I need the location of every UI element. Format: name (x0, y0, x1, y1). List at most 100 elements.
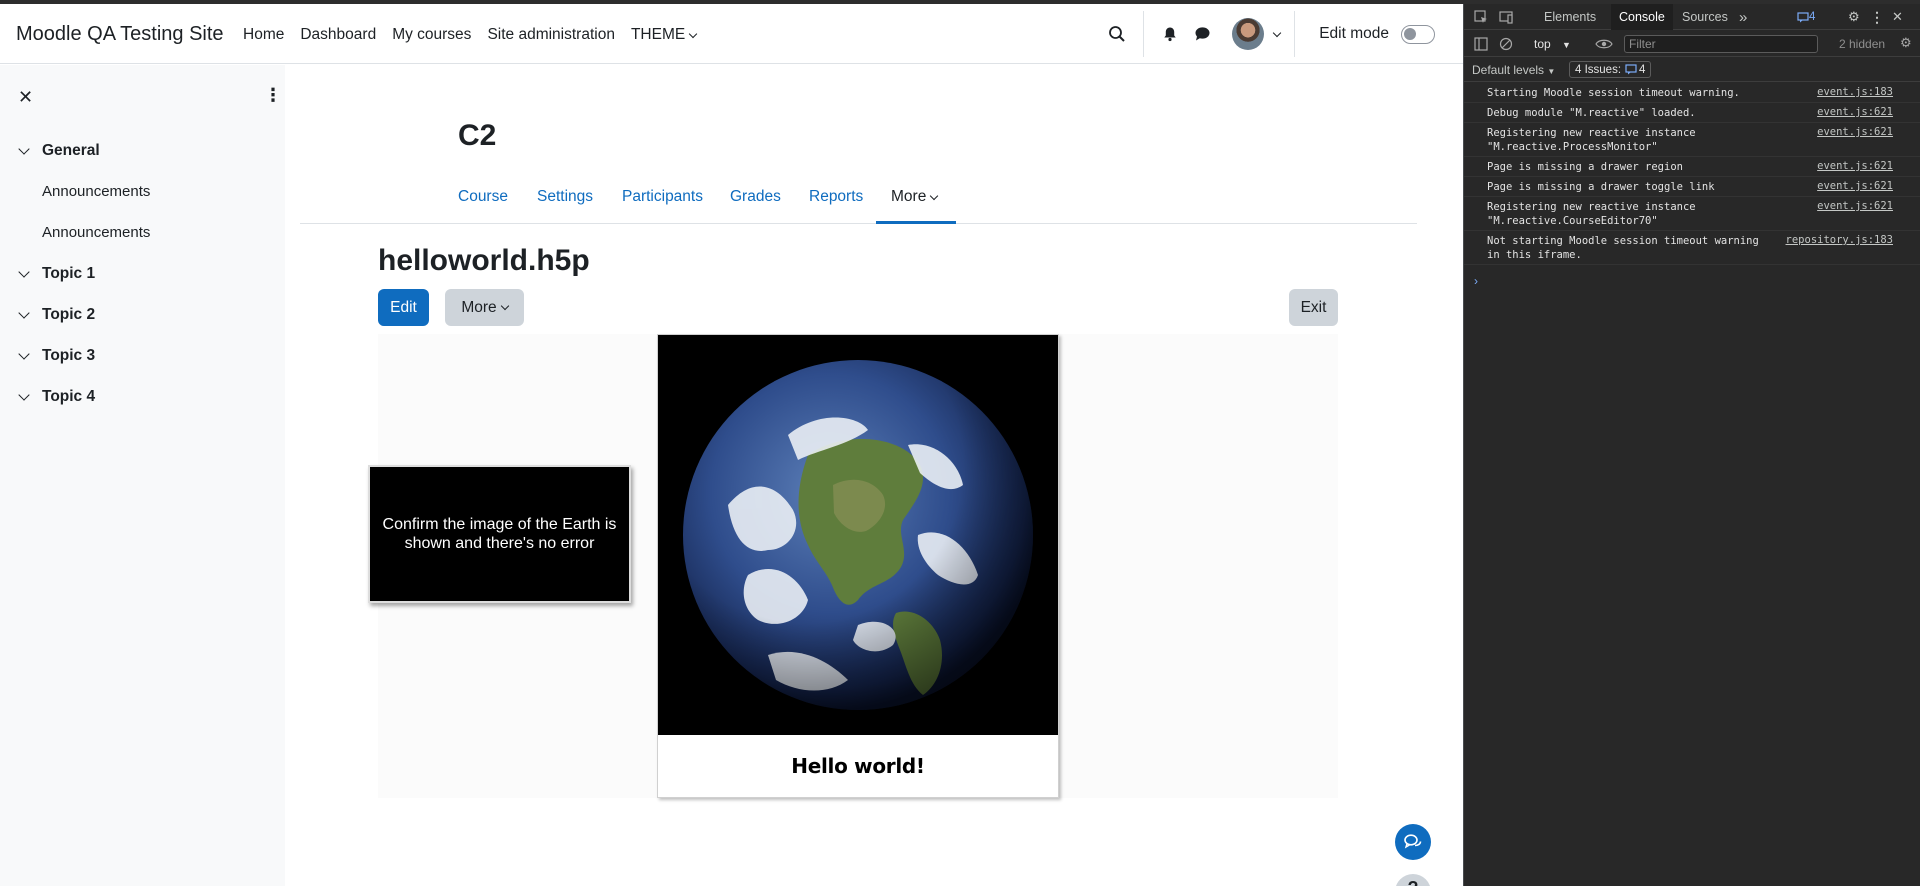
context-selector[interactable]: top ▼ (1534, 37, 1571, 51)
issues-badge-label: 4 Issues: (1575, 63, 1622, 76)
activity-announcements[interactable]: Announcements (42, 183, 150, 200)
more-button[interactable]: More (445, 289, 524, 326)
console-levels-bar: Default levels ▼ 4 Issues: 4 (1464, 58, 1920, 82)
active-tab-indicator (876, 221, 956, 224)
close-devtools-icon[interactable]: ✕ (1892, 4, 1903, 30)
tab-participants[interactable]: Participants (622, 188, 703, 206)
more-button-label: More (461, 298, 497, 316)
issues-badge[interactable]: 4 Issues: 4 (1569, 61, 1652, 78)
chevron-down-icon (688, 29, 698, 38)
log-levels-dropdown[interactable]: Default levels ▼ (1472, 63, 1555, 77)
message-icon (1625, 64, 1637, 75)
edit-button[interactable]: Edit (378, 289, 429, 326)
card-caption: Hello world! (791, 754, 925, 778)
chevron-down-icon (18, 142, 30, 155)
nav-theme[interactable]: THEME (630, 26, 698, 44)
more-tabs-icon[interactable]: » (1739, 4, 1747, 30)
section-topic-3[interactable]: Topic 3 (18, 347, 96, 365)
section-topic-2[interactable]: Topic 2 (18, 306, 96, 324)
course-title: C2 (458, 119, 497, 152)
tab-console[interactable]: Console (1611, 4, 1673, 30)
settings-gear-icon[interactable]: ⚙ (1848, 4, 1860, 30)
dropdown-triangle-icon: ▼ (1547, 67, 1556, 76)
navbar: Moodle QA Testing Site Home Dashboard My… (0, 4, 1463, 64)
nav-site-administration[interactable]: Site administration (487, 26, 615, 44)
console-toolbar: top ▼ Filter 2 hidden ⚙ (1464, 31, 1920, 57)
issues-badge-count: 4 (1639, 63, 1646, 76)
nav-home[interactable]: Home (243, 26, 284, 44)
section-title: Topic 2 (42, 306, 96, 323)
clear-console-icon[interactable] (1499, 37, 1513, 51)
primary-nav: Home Dashboard My courses Site administr… (243, 26, 712, 44)
course-index-drawer: ✕ ⋮ General Announcements Announcements … (0, 65, 285, 886)
nav-theme-label: THEME (630, 26, 686, 43)
section-title: Topic 3 (42, 347, 96, 364)
notifications-bell-icon[interactable] (1154, 18, 1186, 50)
nav-dashboard[interactable]: Dashboard (300, 26, 376, 44)
navbar-right: Edit mode (1101, 4, 1463, 64)
inspect-element-icon[interactable] (1474, 10, 1488, 24)
sidebar-toggle-icon[interactable] (1474, 37, 1488, 51)
log-source-link[interactable]: event.js:621 (1817, 200, 1893, 212)
issues-counter[interactable]: 4 (1797, 4, 1815, 30)
log-message: Registering new reactive instance "M.rea… (1487, 201, 1696, 227)
search-icon[interactable] (1101, 18, 1133, 50)
console-log-row: Page is missing a drawer toggle link even… (1464, 177, 1920, 197)
console-filter-input[interactable]: Filter (1624, 35, 1818, 53)
tab-more[interactable]: More (891, 188, 939, 206)
tab-course[interactable]: Course (458, 188, 508, 206)
user-avatar[interactable] (1232, 18, 1265, 50)
toggle-knob (1404, 27, 1416, 40)
chevron-down-icon (18, 265, 30, 278)
issues-counter-value: 4 (1809, 11, 1816, 23)
live-expression-eye-icon[interactable] (1595, 37, 1613, 51)
section-topic-1[interactable]: Topic 1 (18, 265, 95, 283)
messages-chat-icon[interactable] (1186, 18, 1218, 50)
log-source-link[interactable]: repository.js:183 (1786, 234, 1893, 246)
tab-reports[interactable]: Reports (809, 188, 863, 206)
message-icon (1797, 11, 1809, 22)
hidden-count: 2 hidden (1839, 37, 1886, 51)
h5p-card: Hello world! (657, 334, 1059, 798)
log-source-link[interactable]: event.js:621 (1817, 180, 1893, 192)
chevron-down-icon (930, 191, 939, 200)
log-source-link[interactable]: event.js:621 (1817, 160, 1893, 172)
log-source-link[interactable]: event.js:183 (1817, 86, 1893, 98)
edit-mode-toggle[interactable] (1401, 24, 1435, 44)
console-log-row: Not starting Moodle session timeout warn… (1464, 231, 1920, 265)
log-source-link[interactable]: event.js:621 (1817, 126, 1893, 138)
console-prompt-icon[interactable]: › (1474, 274, 1478, 288)
tab-settings[interactable]: Settings (537, 188, 593, 206)
nav-my-courses[interactable]: My courses (392, 26, 471, 44)
section-general[interactable]: General (18, 142, 100, 160)
chevron-down-icon (18, 306, 30, 319)
tab-more-label: More (891, 188, 927, 205)
console-log-row: Starting Moodle session timeout warning.… (1464, 83, 1920, 103)
console-log-row: Debug module "M.reactive" loaded. event.j… (1464, 103, 1920, 123)
tab-grades[interactable]: Grades (730, 188, 781, 206)
kebab-menu-icon[interactable]: ⋮ (1870, 4, 1884, 30)
tab-elements[interactable]: Elements (1544, 4, 1596, 30)
console-settings-gear-icon[interactable]: ⚙ (1900, 35, 1912, 51)
exit-button[interactable]: Exit (1289, 289, 1338, 326)
moodle-page: Moodle QA Testing Site Home Dashboard My… (0, 4, 1463, 886)
navbar-divider (1294, 11, 1296, 57)
instruction-note: Confirm the image of the Earth is shown … (368, 465, 631, 603)
close-icon[interactable]: ✕ (18, 87, 33, 108)
console-log-row: Page is missing a drawer region event.js:… (1464, 157, 1920, 177)
log-levels-label: Default levels (1472, 63, 1545, 77)
site-brand[interactable]: Moodle QA Testing Site (16, 23, 224, 46)
log-message: Page is missing a drawer region (1487, 161, 1683, 173)
device-toolbar-icon[interactable] (1499, 10, 1513, 24)
help-button[interactable]: ? (1395, 874, 1431, 886)
secondary-nav: Course Settings Participants Grades Repo… (300, 176, 1417, 224)
devtools-panel: Elements Console Sources » 4 ⚙ ⋮ ✕ top ▼… (1463, 4, 1920, 886)
messaging-bubble-button[interactable] (1395, 824, 1431, 860)
tab-sources[interactable]: Sources (1682, 4, 1728, 30)
chevron-down-icon[interactable] (1272, 28, 1282, 37)
chevron-down-icon (500, 301, 509, 311)
section-topic-4[interactable]: Topic 4 (18, 388, 95, 406)
activity-announcements[interactable]: Announcements (42, 224, 150, 241)
kebab-menu-icon[interactable]: ⋮ (264, 85, 282, 106)
log-source-link[interactable]: event.js:621 (1817, 106, 1893, 118)
